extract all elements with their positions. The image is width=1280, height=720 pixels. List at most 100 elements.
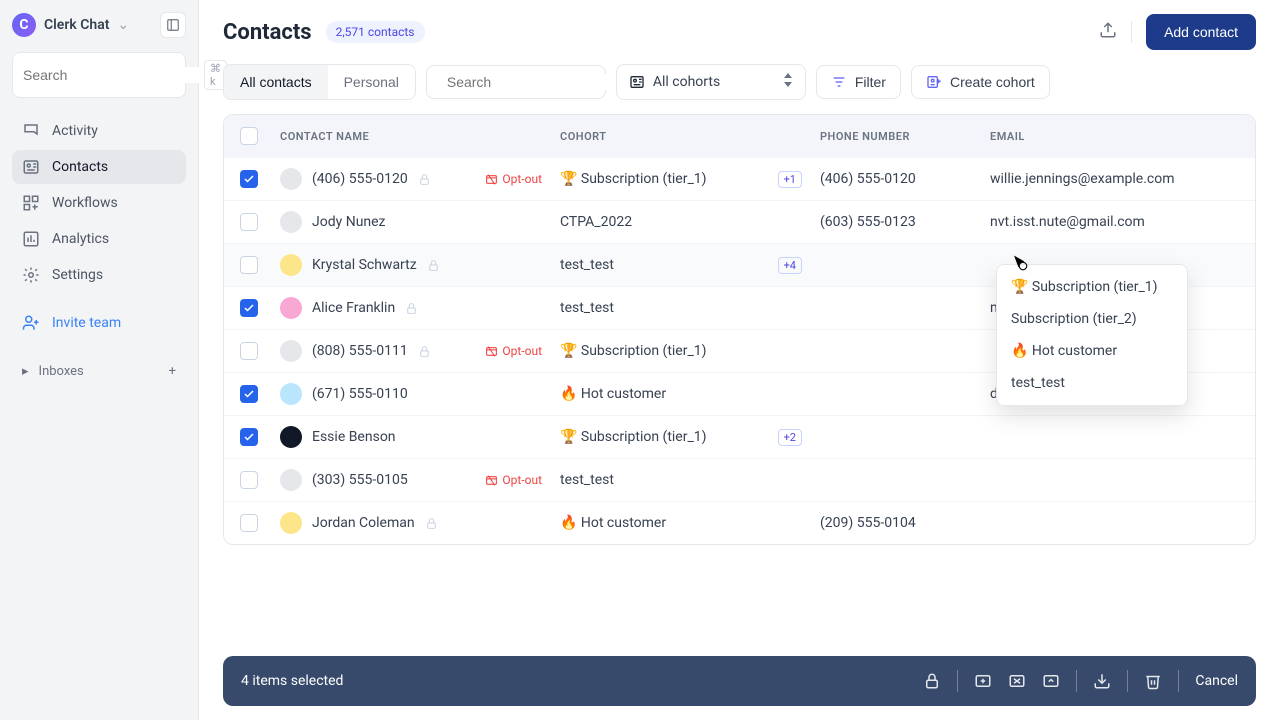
phone-number: (406) 555-0120: [820, 171, 916, 187]
row-checkbox[interactable]: [240, 256, 258, 274]
table-row[interactable]: Jody NunezCTPA_2022(603) 555-0123nvt.iss…: [224, 200, 1255, 243]
table-search-input[interactable]: [447, 74, 628, 90]
lock-icon[interactable]: [923, 672, 941, 690]
avatar: [280, 426, 302, 448]
nav-item-settings[interactable]: Settings: [12, 258, 186, 292]
cohort-more-badge[interactable]: +4: [778, 257, 802, 274]
lock-icon: [405, 302, 418, 315]
table-row[interactable]: Jordan Coleman🔥 Hot customer(209) 555-01…: [224, 501, 1255, 544]
add-contact-button[interactable]: Add contact: [1146, 14, 1256, 50]
contact-name: Krystal Schwartz: [312, 257, 417, 273]
contact-name: (406) 555-0120: [312, 171, 408, 187]
contact-name: Essie Benson: [312, 429, 396, 445]
email: nvt.isst.nute@gmail.com: [990, 214, 1145, 230]
divider: [1131, 21, 1132, 43]
row-checkbox[interactable]: [240, 299, 258, 317]
phone-number: (603) 555-0123: [820, 214, 916, 230]
avatar: [280, 340, 302, 362]
row-checkbox[interactable]: [240, 428, 258, 446]
avatar: [280, 254, 302, 276]
col-header-email[interactable]: EMAIL: [990, 127, 1239, 145]
cohort-label: 🏆 Subscription (tier_1): [560, 171, 707, 187]
popover-item[interactable]: 🔥 Hot customer: [997, 335, 1187, 367]
select-all-checkbox[interactable]: [240, 127, 258, 145]
optout-badge: Opt-out: [485, 172, 560, 186]
lock-icon: [425, 517, 438, 530]
sidebar-search-input[interactable]: [23, 67, 204, 83]
tab-personal[interactable]: Personal: [328, 65, 415, 99]
avatar: [280, 469, 302, 491]
col-header-name[interactable]: CONTACT NAME: [280, 127, 560, 145]
workspace-switcher[interactable]: C Clerk Chat ⌄: [12, 13, 129, 37]
row-checkbox[interactable]: [240, 342, 258, 360]
row-checkbox[interactable]: [240, 514, 258, 532]
email: willie.jennings@example.com: [990, 171, 1175, 187]
cohort-label: 🔥 Hot customer: [560, 515, 666, 531]
cohort-more-badge[interactable]: +2: [778, 429, 802, 446]
divider: [1127, 670, 1128, 692]
popover-item[interactable]: 🏆 Subscription (tier_1): [997, 271, 1187, 303]
table-search[interactable]: [426, 65, 606, 99]
create-cohort-button[interactable]: Create cohort: [911, 65, 1050, 99]
row-checkbox[interactable]: [240, 385, 258, 403]
nav-item-activity[interactable]: Activity: [12, 114, 186, 148]
table-row[interactable]: Essie Benson 🏆 Subscription (tier_1) +2: [224, 415, 1255, 458]
col-header-cohort[interactable]: COHORT: [560, 127, 820, 145]
row-checkbox[interactable]: [240, 170, 258, 188]
brand-logo: C: [12, 13, 36, 37]
chevron-down-icon: ⌄: [117, 17, 129, 33]
popover-item[interactable]: test_test: [997, 367, 1187, 399]
selection-count: 4 items selected: [241, 673, 343, 689]
avatar: [280, 168, 302, 190]
add-to-folder-icon[interactable]: [974, 672, 992, 690]
lock-icon: [427, 259, 440, 272]
lock-icon: [418, 345, 431, 358]
divider: [957, 670, 958, 692]
row-checkbox[interactable]: [240, 471, 258, 489]
remove-from-folder-icon[interactable]: [1008, 672, 1026, 690]
nav-item-workflows[interactable]: Workflows: [12, 186, 186, 220]
nav-item-contacts[interactable]: Contacts: [12, 150, 186, 184]
filter-button[interactable]: Filter: [816, 65, 901, 99]
avatar: [280, 297, 302, 319]
cohort-label: test_test: [560, 257, 614, 273]
nav-item-analytics[interactable]: Analytics: [12, 222, 186, 256]
collapse-sidebar-button[interactable]: [160, 12, 186, 38]
sidebar-search[interactable]: ⌘ k: [12, 52, 186, 98]
cohort-select-label: All cohorts: [653, 74, 775, 90]
contact-name: (303) 555-0105: [312, 472, 408, 488]
invite-team-link[interactable]: Invite team: [12, 304, 186, 342]
move-up-folder-icon[interactable]: [1042, 672, 1060, 690]
divider: [1076, 670, 1077, 692]
cohort-select[interactable]: All cohorts: [616, 64, 806, 100]
trash-icon[interactable]: [1144, 672, 1162, 690]
row-checkbox[interactable]: [240, 213, 258, 231]
cohort-label: 🏆 Subscription (tier_1): [560, 429, 707, 445]
toolbar: All contacts Personal All cohorts Filter: [199, 64, 1280, 114]
page-title: Contacts: [223, 20, 312, 45]
download-icon[interactable]: [1093, 672, 1111, 690]
tab-all-contacts[interactable]: All contacts: [224, 65, 328, 99]
selection-bar: 4 items selected Cancel: [223, 656, 1256, 706]
cohort-label: 🔥 Hot customer: [560, 386, 666, 402]
cancel-selection[interactable]: Cancel: [1195, 673, 1238, 689]
contacts-count-badge: 2,571 contacts: [326, 21, 425, 43]
table-header: CONTACT NAME COHORT PHONE NUMBER EMAIL: [224, 115, 1255, 157]
users-icon: [629, 74, 645, 90]
contact-name: Alice Franklin: [312, 300, 395, 316]
cohort-label: test_test: [560, 472, 614, 488]
sort-icon: [783, 73, 793, 91]
table-row[interactable]: (406) 555-0120 Opt-out🏆 Subscription (tie…: [224, 157, 1255, 200]
avatar: [280, 211, 302, 233]
contact-name: Jody Nunez: [312, 214, 386, 230]
cohort-more-badge[interactable]: +1: [778, 171, 802, 188]
inboxes-section[interactable]: ▸ Inboxes +: [12, 354, 186, 389]
sidebar: C Clerk Chat ⌄ ⌘ k ActivityContactsWorkf…: [0, 0, 199, 720]
cohort-popover: 🏆 Subscription (tier_1)Subscription (tie…: [996, 264, 1188, 406]
table-row[interactable]: (303) 555-0105Opt-outtest_test: [224, 458, 1255, 501]
export-icon[interactable]: [1099, 21, 1117, 43]
col-header-phone[interactable]: PHONE NUMBER: [820, 127, 990, 145]
popover-item[interactable]: Subscription (tier_2): [997, 303, 1187, 335]
cohort-label: 🏆 Subscription (tier_1): [560, 343, 707, 359]
add-inbox-icon[interactable]: +: [169, 364, 176, 379]
